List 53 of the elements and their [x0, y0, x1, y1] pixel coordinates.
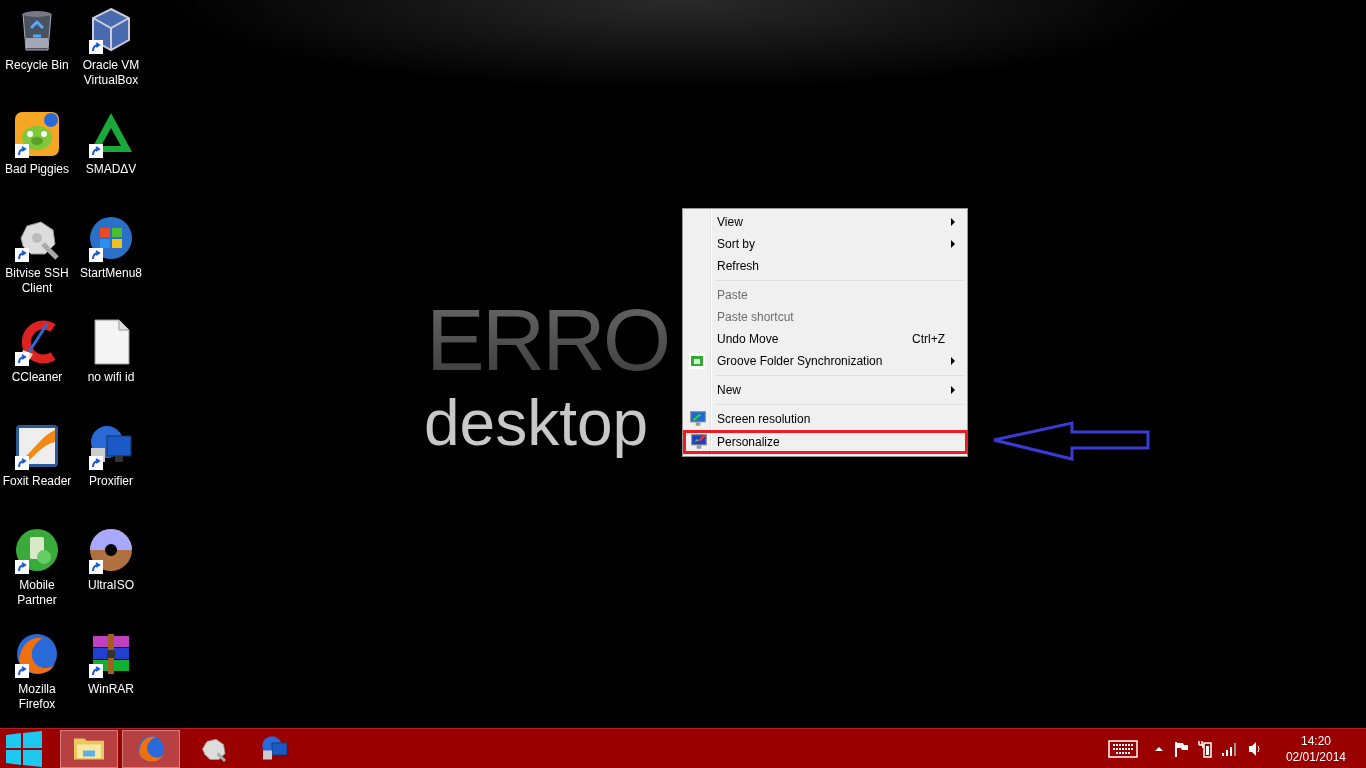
- shortcut-arrow-icon: [15, 560, 29, 574]
- icon-label: Bitvise SSH Client: [4, 266, 70, 296]
- shortcut-arrow-icon: [15, 664, 29, 678]
- keyboard-icon[interactable]: [1107, 739, 1138, 758]
- shortcut-arrow-icon: [15, 456, 29, 470]
- signal-bars-icon[interactable]: [1221, 741, 1238, 756]
- windows-orb-icon[interactable]: [87, 214, 135, 262]
- flag-icon[interactable]: [1173, 740, 1188, 757]
- disc-icon[interactable]: [87, 526, 135, 574]
- speaker-icon[interactable]: [1247, 740, 1262, 757]
- wallpaper-subline: desktop: [424, 388, 649, 458]
- icon-label: Mobile Partner: [16, 578, 58, 608]
- menu-item[interactable]: Groove Folder Synchronization: [685, 350, 965, 372]
- icon-label: Bad Piggies: [3, 162, 70, 177]
- clock[interactable]: 14:20 02/01/2014: [1285, 732, 1346, 765]
- shortcut-arrow-icon: [15, 248, 29, 262]
- shortcut-arrow-icon: [15, 144, 29, 158]
- icon-label: Foxit Reader: [1, 474, 73, 489]
- menu-item[interactable]: Sort by: [685, 233, 965, 255]
- menu-item[interactable]: Personalize: [683, 430, 968, 454]
- shortcut-arrow-icon: [89, 456, 103, 470]
- shortcut-arrow-icon: [89, 248, 103, 262]
- icon-label: CCleaner: [10, 370, 64, 385]
- menu-item[interactable]: View: [685, 211, 965, 233]
- shortcut-arrow-icon: [15, 352, 29, 366]
- windows-logo-icon: [4, 730, 44, 767]
- battery-icon[interactable]: [1197, 739, 1212, 758]
- document-swoosh-icon[interactable]: [13, 422, 61, 470]
- phone-disc-icon[interactable]: [13, 526, 61, 574]
- icon-label: SMADΔV: [84, 162, 138, 177]
- shortcut-arrow-icon: [89, 144, 103, 158]
- icon-label: no wifi id: [86, 370, 136, 385]
- icon-label: Mozilla Firefox: [17, 682, 57, 712]
- pig-icon[interactable]: [13, 110, 61, 158]
- menu-item[interactable]: New: [685, 379, 965, 401]
- sync-folder-icon: [689, 353, 705, 369]
- monitor-icon: [689, 410, 707, 428]
- shortcut-key-text: Ctrl+Z: [912, 332, 945, 346]
- taskbar-button[interactable]: [122, 729, 180, 768]
- icon-label: StartMenu8: [78, 266, 143, 281]
- menu-item[interactable]: Screen resolution: [685, 408, 965, 430]
- icon-label: Oracle VM VirtualBox: [81, 58, 141, 88]
- taskbar-button[interactable]: [60, 729, 118, 768]
- menu-item[interactable]: Refresh: [685, 255, 965, 277]
- shortcut-arrow-icon: [89, 664, 103, 678]
- shortcut-arrow-icon: [89, 560, 103, 574]
- icon-label: Recycle Bin: [4, 58, 70, 73]
- shortcut-arrow-icon: [89, 40, 103, 54]
- icon-label: WinRAR: [87, 682, 135, 697]
- icon-label: Proxifier: [88, 474, 134, 489]
- menu-item[interactable]: Undo Move Ctrl+Z: [685, 328, 965, 350]
- icon-label: UltraISO: [87, 578, 135, 593]
- monitor-brush-icon: [690, 433, 708, 451]
